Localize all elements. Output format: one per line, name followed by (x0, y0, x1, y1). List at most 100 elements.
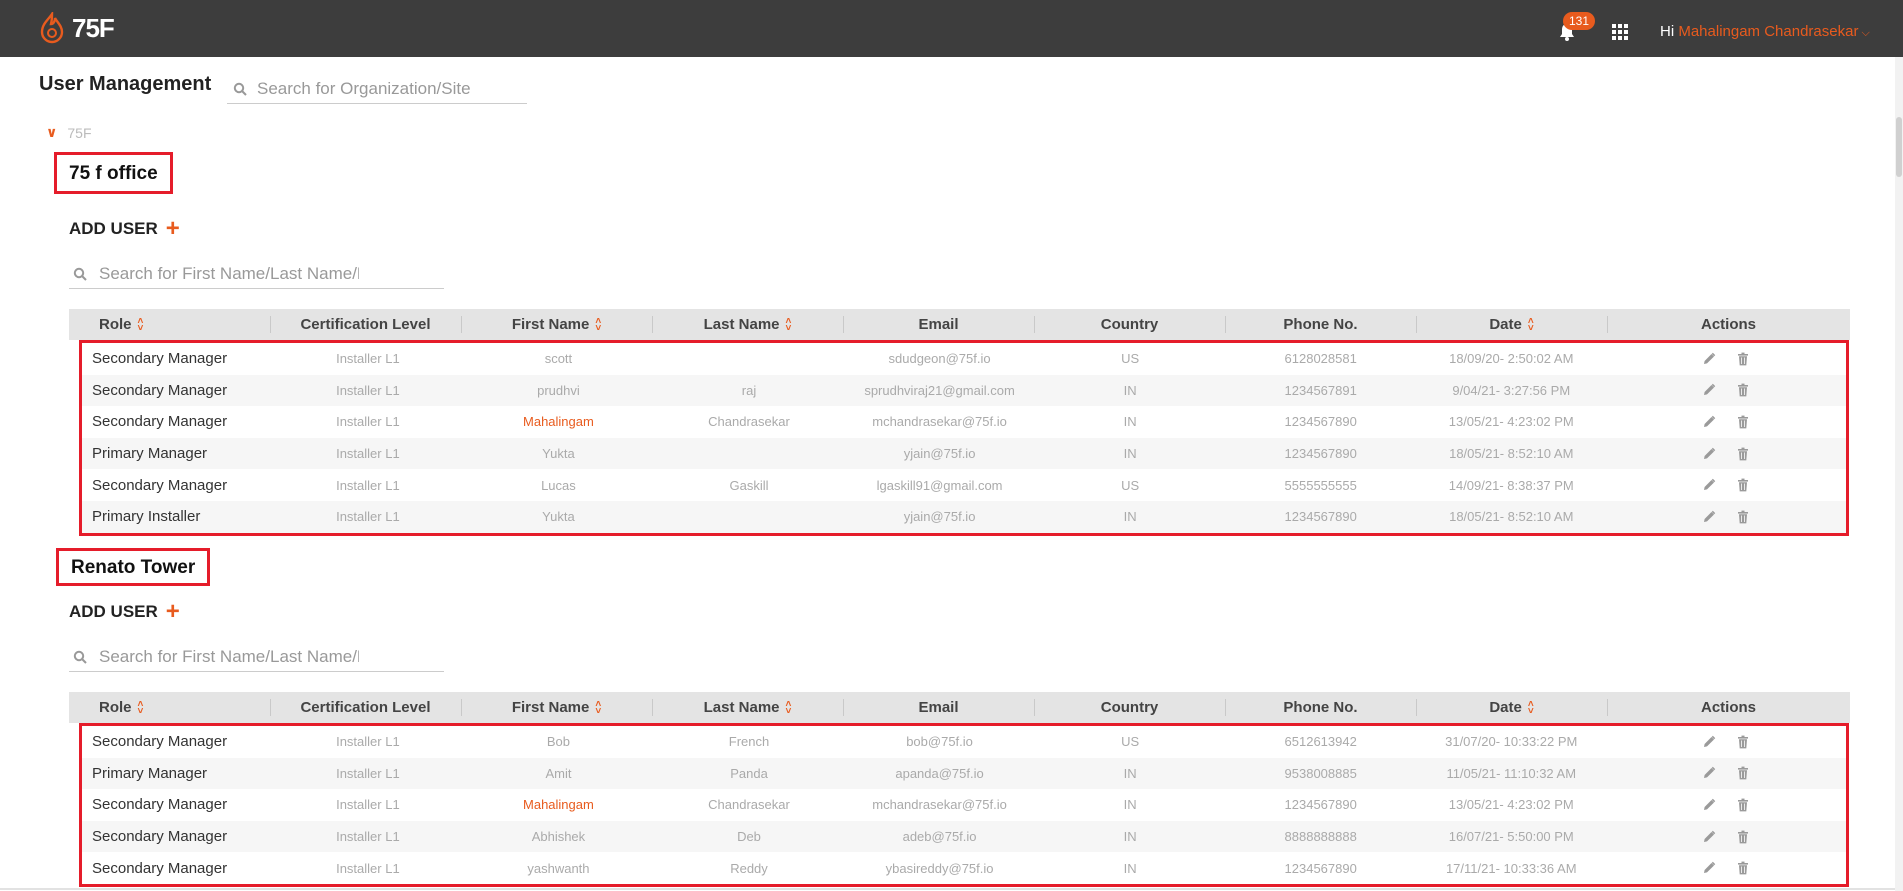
cell-cert: Installer L1 (336, 765, 400, 781)
edit-icon[interactable] (1702, 830, 1716, 844)
delete-icon[interactable] (1736, 383, 1750, 397)
add-user-button[interactable]: ADD USER + (69, 600, 180, 624)
delete-icon[interactable] (1736, 510, 1750, 524)
sort-icon[interactable]: ˄ ˅ (595, 699, 601, 716)
column-header[interactable]: Role ˄ ˅ (69, 309, 270, 340)
page-title: User Management (39, 73, 212, 95)
cell-date: 13/05/21- 4:23:02 PM (1448, 414, 1574, 430)
cell-phone: 1234567890 (1284, 446, 1357, 462)
table-row[interactable]: Primary Manager Installer L1 Yukta yjain@75… (82, 437, 1846, 470)
cell-role: Primary Manager (92, 764, 208, 782)
search-icon (73, 650, 87, 664)
column-header-label: Phone No. (1283, 699, 1358, 716)
column-header-label: Certification Level (300, 316, 431, 333)
delete-icon[interactable] (1736, 352, 1750, 366)
delete-icon[interactable] (1736, 798, 1750, 812)
sort-icon[interactable]: ˄ ˅ (1528, 316, 1534, 333)
edit-icon[interactable] (1702, 766, 1716, 780)
sort-icon[interactable]: ˄ ˅ (786, 699, 792, 716)
column-header-label: Actions (1700, 699, 1756, 716)
column-header-label: Last Name (703, 316, 780, 333)
edit-icon[interactable] (1702, 510, 1716, 524)
cell-role: Primary Installer (92, 508, 201, 526)
edit-icon[interactable] (1702, 383, 1716, 397)
cell-last: raj (741, 382, 757, 398)
delete-icon[interactable] (1736, 415, 1750, 429)
edit-icon[interactable] (1702, 447, 1716, 461)
sort-icon[interactable]: ˄ ˅ (595, 316, 601, 333)
column-header-label: Country (1100, 699, 1159, 716)
table-row[interactable]: Secondary Manager Installer L1 Bob French bo… (82, 726, 1846, 758)
user-search-box[interactable] (69, 642, 444, 672)
delete-icon[interactable] (1736, 861, 1750, 875)
column-header-label: First Name (511, 699, 590, 716)
table-row[interactable]: Secondary Manager Installer L1 Mahalingam C… (82, 789, 1846, 821)
column-header[interactable]: Last Name ˄ ˅ (652, 309, 843, 340)
add-user-button[interactable]: ADD USER + (69, 217, 180, 241)
table-row[interactable]: Secondary Manager Installer L1 prudhvi raj s… (82, 374, 1846, 407)
row-actions (1607, 798, 1846, 812)
edit-icon[interactable] (1702, 861, 1716, 875)
delete-icon[interactable] (1736, 478, 1750, 492)
cell-date: 17/11/21- 10:33:36 AM (1445, 860, 1577, 876)
sort-icon[interactable]: ˄ ˅ (786, 316, 792, 333)
cell-phone: 1234567890 (1284, 509, 1357, 525)
row-actions (1607, 830, 1846, 844)
delete-icon[interactable] (1736, 447, 1750, 461)
table-row[interactable]: Primary Manager Installer L1 Amit Panda apan… (82, 757, 1846, 790)
column-header[interactable]: Date ˄ ˅ (1416, 309, 1607, 340)
cell-first: Mahalingam (523, 414, 594, 430)
column-header-label: Role (99, 316, 132, 333)
cell-phone: 8888888888 (1284, 829, 1357, 845)
org-search-box[interactable] (227, 74, 527, 104)
scroll-thumb[interactable] (1896, 117, 1902, 177)
cell-country: US (1121, 734, 1140, 750)
edit-icon[interactable] (1702, 415, 1716, 429)
user-search-input[interactable] (99, 263, 359, 284)
column-header[interactable]: Date ˄ ˅ (1416, 692, 1607, 723)
delete-icon[interactable] (1736, 735, 1750, 749)
sort-icon[interactable]: ˄ ˅ (138, 699, 144, 716)
logo[interactable]: 75F (38, 12, 115, 44)
column-header[interactable]: First Name ˄ ˅ (461, 309, 652, 340)
table-row[interactable]: Primary Installer Installer L1 Yukta yjain@… (82, 500, 1846, 533)
column-header[interactable]: Role ˄ ˅ (69, 692, 270, 723)
flame-logo-icon (40, 12, 64, 44)
cell-role: Secondary Manager (92, 381, 228, 399)
sort-icon[interactable]: ˄ ˅ (138, 316, 144, 333)
org-search-input[interactable] (257, 78, 517, 99)
column-header[interactable]: Last Name ˄ ˅ (652, 692, 843, 723)
table-row[interactable]: Secondary Manager Installer L1 Mahalingam C… (82, 406, 1846, 438)
cell-first: Yukta (542, 446, 575, 462)
cell-first: Amit (545, 765, 572, 781)
cell-first: Lucas (541, 477, 576, 493)
edit-icon[interactable] (1702, 352, 1716, 366)
column-header[interactable]: First Name ˄ ˅ (461, 692, 652, 723)
edit-icon[interactable] (1702, 798, 1716, 812)
cell-phone: 5555555555 (1284, 477, 1357, 493)
delete-icon[interactable] (1736, 830, 1750, 844)
org-tree-toggle[interactable]: ∨ 75F (46, 124, 92, 141)
table-row[interactable]: Secondary Manager Installer L1 Abhishek Deb… (82, 820, 1846, 853)
edit-icon[interactable] (1702, 735, 1716, 749)
sort-icon[interactable]: ˄ ˅ (1528, 699, 1534, 716)
cell-first: prudhvi (537, 382, 580, 398)
cell-cert: Installer L1 (336, 797, 400, 813)
edit-icon[interactable] (1702, 478, 1716, 492)
user-search-input[interactable] (99, 646, 359, 667)
table-row[interactable]: Secondary Manager Installer L1 Lucas Gaskil… (82, 469, 1846, 501)
cell-date: 18/05/21- 8:52:10 AM (1449, 509, 1574, 525)
user-search-box[interactable] (69, 259, 444, 289)
user-menu[interactable]: Hi Mahalingam Chandrasekar ⌵ (1660, 23, 1870, 40)
cell-role: Secondary Manager (92, 413, 228, 431)
cell-first: Abhishek (531, 829, 586, 845)
scrollbar[interactable] (1895, 57, 1903, 891)
table-row[interactable]: Secondary Manager Installer L1 scott sdudge… (82, 343, 1846, 375)
cell-date: 14/09/21- 8:38:37 PM (1448, 477, 1574, 493)
table-row[interactable]: Secondary Manager Installer L1 yashwanth Re… (82, 852, 1846, 884)
row-actions (1607, 415, 1846, 429)
delete-icon[interactable] (1736, 766, 1750, 780)
apps-grid-icon[interactable] (1612, 24, 1628, 40)
column-header: Email (843, 309, 1034, 340)
add-user-label: ADD USER (69, 602, 158, 621)
